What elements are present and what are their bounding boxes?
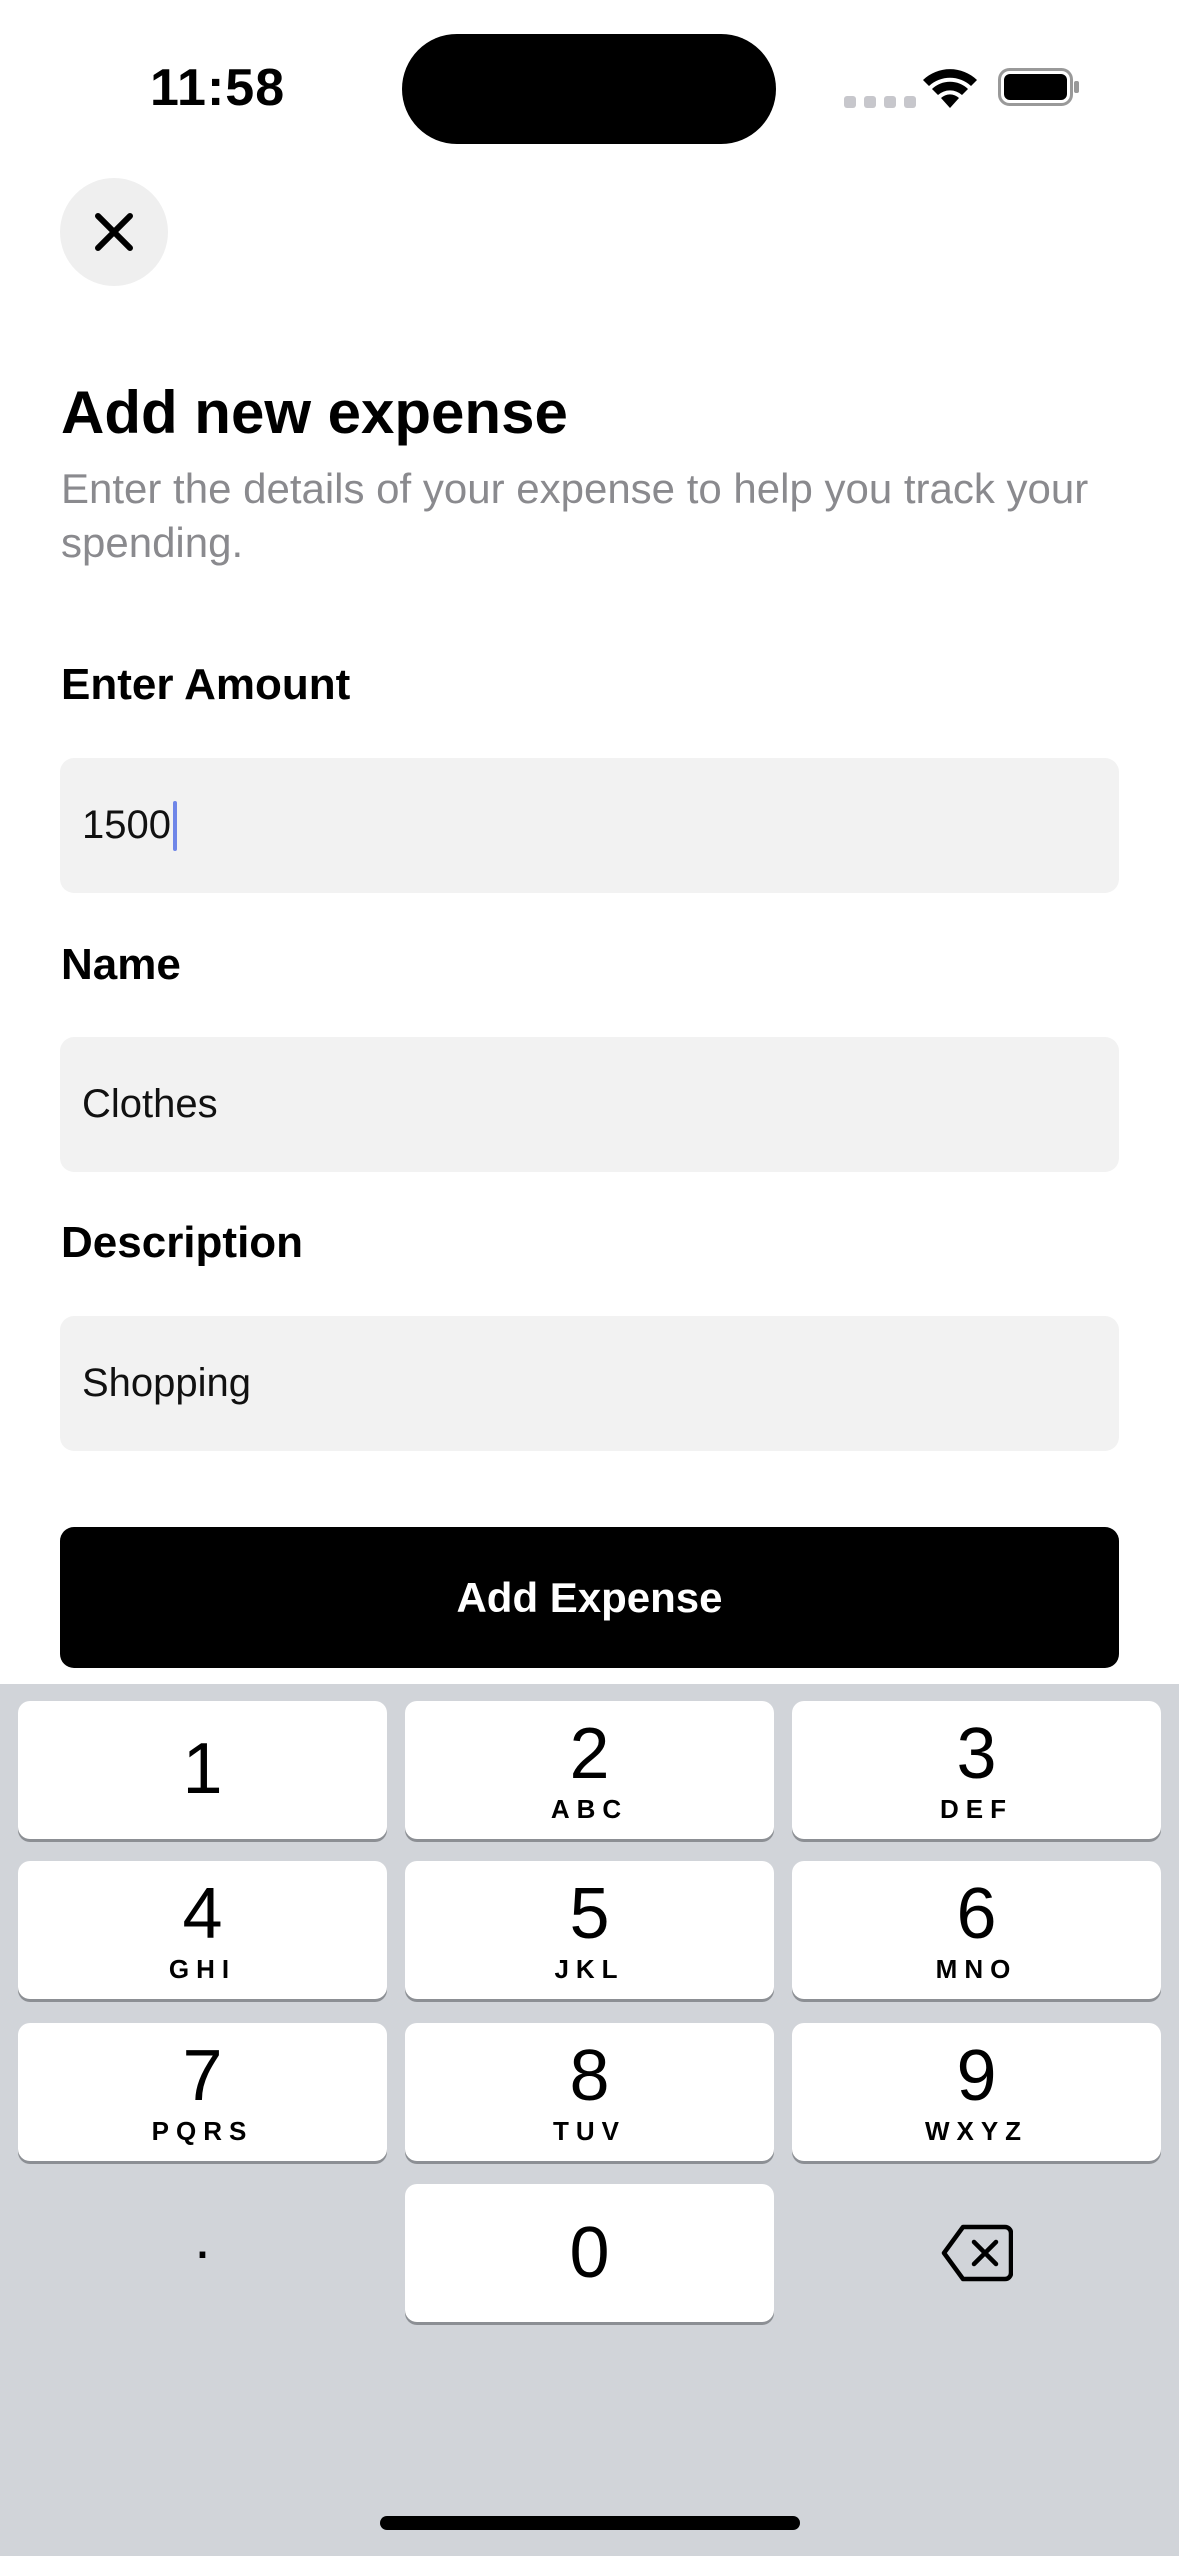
key-letters: GHI (168, 1953, 237, 1984)
key-number: 9 (956, 2035, 997, 2116)
key-number: 4 (182, 1873, 223, 1954)
key-3[interactable]: 3 DEF (792, 1701, 1161, 1839)
key-number: 1 (182, 1729, 223, 1809)
key-letters: JKL (554, 1953, 625, 1984)
key-decimal[interactable]: . (18, 2184, 387, 2322)
key-5[interactable]: 5 JKL (405, 1861, 774, 1999)
key-number: . (194, 2204, 211, 2271)
page-subtitle: Enter the details of your expense to hel… (61, 465, 1089, 566)
description-label: Description (61, 1218, 304, 1267)
name-value: Clothes (82, 1082, 218, 1126)
status-bar: 11:58 (0, 0, 1179, 150)
backspace-key[interactable] (792, 2184, 1161, 2322)
text-cursor (172, 800, 177, 851)
key-number: 6 (956, 1873, 997, 1954)
key-letters: TUV (553, 2115, 626, 2146)
amount-value: 1500 (82, 803, 171, 847)
close-button[interactable] (60, 178, 168, 286)
backspace-icon (941, 2224, 1013, 2282)
key-number: 2 (569, 1713, 610, 1794)
key-letters: PQRS (151, 2115, 254, 2146)
key-number: 0 (569, 2213, 610, 2293)
amount-label: Enter Amount (61, 660, 351, 709)
battery-icon (998, 68, 1079, 106)
key-letters: ABC (550, 1793, 629, 1824)
key-number: 5 (569, 1873, 610, 1954)
close-icon (95, 213, 133, 251)
key-2[interactable]: 2 ABC (405, 1701, 774, 1839)
key-0[interactable]: 0 (405, 2184, 774, 2322)
cellular-signal-icon (844, 96, 916, 108)
key-number: 3 (956, 1713, 997, 1794)
key-9[interactable]: 9 WXYZ (792, 2023, 1161, 2161)
wifi-icon (923, 69, 977, 108)
key-number: 7 (182, 2035, 223, 2116)
description-input[interactable]: Shopping (60, 1316, 1119, 1451)
status-time: 11:58 (150, 59, 286, 117)
key-letters: DEF (940, 1793, 1013, 1824)
description-value: Shopping (82, 1361, 252, 1405)
key-6[interactable]: 6 MNO (792, 1861, 1161, 1999)
dynamic-island (402, 34, 776, 144)
key-letters: WXYZ (924, 2115, 1029, 2146)
key-letters: MNO (935, 1953, 1018, 1984)
add-expense-button[interactable]: Add Expense (60, 1527, 1119, 1668)
key-8[interactable]: 8 TUV (405, 2023, 774, 2161)
home-indicator[interactable] (380, 2516, 800, 2530)
page-title: Add new expense (61, 379, 568, 446)
amount-input[interactable]: 1500 (60, 758, 1119, 893)
name-input[interactable]: Clothes (60, 1037, 1119, 1172)
key-4[interactable]: 4 GHI (18, 1861, 387, 1999)
key-1[interactable]: 1 (18, 1701, 387, 1839)
key-7[interactable]: 7 PQRS (18, 2023, 387, 2161)
numeric-keypad: 1 2 ABC 3 DEF 4 GHI 5 JKL 6 MNO 7 PQRS 8… (0, 1684, 1179, 2556)
key-number: 8 (569, 2035, 610, 2116)
name-label: Name (61, 940, 181, 989)
